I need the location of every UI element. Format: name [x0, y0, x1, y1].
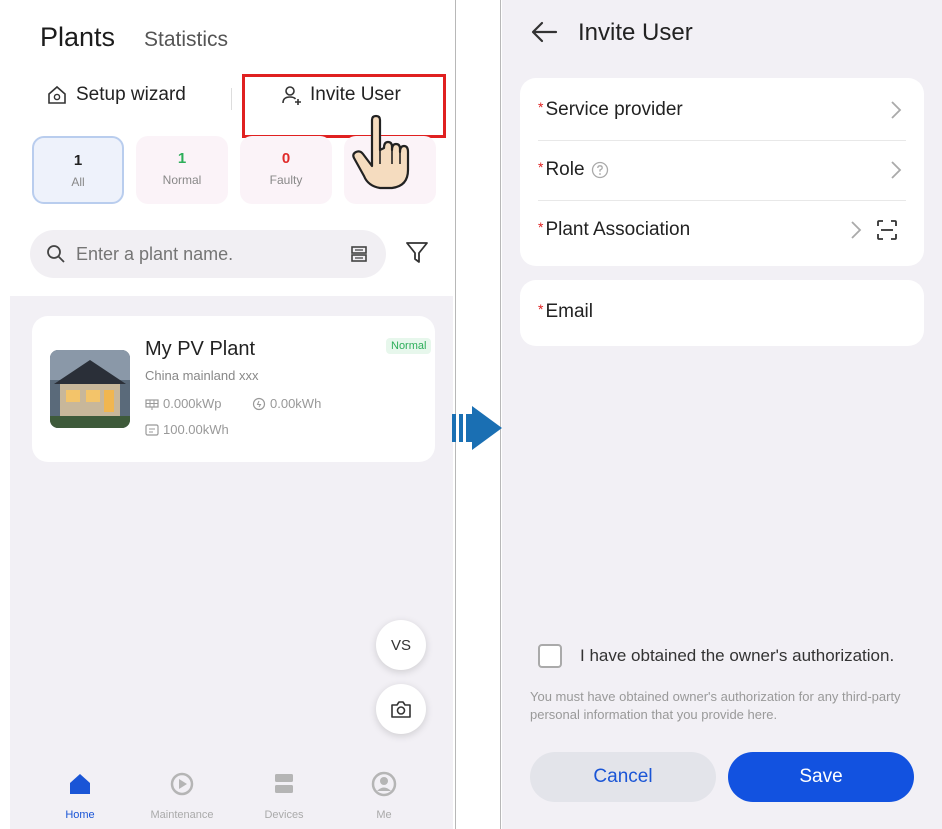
invite-user-screen: Invite User * Service provider * Role * … [502, 0, 942, 829]
nav-maintenance-label: Maintenance [150, 809, 214, 821]
setup-house-icon [48, 85, 66, 104]
authorization-label: I have obtained the owner's authorizatio… [580, 646, 895, 665]
camera-icon [391, 701, 411, 718]
plant-card[interactable]: My PV Plant Normal China mainland xxx 0.… [32, 316, 435, 462]
plant-search-bar[interactable] [30, 230, 386, 278]
setup-wizard-button[interactable]: Setup wizard [46, 84, 186, 106]
plant-status-badge: Normal [386, 338, 432, 354]
save-button[interactable]: Save [728, 752, 914, 802]
home-icon [70, 774, 90, 794]
plant-total-yield-value: 100.00kWh [163, 422, 229, 437]
nav-home[interactable]: Home [30, 770, 130, 821]
filter-normal[interactable]: 1 Normal [136, 136, 228, 204]
invite-form-group: * Service provider * Role * Plant Associ… [520, 78, 924, 266]
plant-capacity: 0.000kWp [145, 396, 222, 411]
filter-faulty-count: 0 [281, 150, 291, 167]
camera-scan-button[interactable] [376, 684, 426, 734]
required-mark: * [538, 301, 544, 317]
authorization-checkbox[interactable] [538, 644, 562, 668]
total-yield-icon [145, 423, 159, 436]
me-icon [371, 771, 397, 797]
chevron-right-icon [891, 101, 902, 119]
plant-house-image [50, 350, 130, 428]
role-row[interactable]: * Role [538, 140, 906, 200]
nav-devices[interactable]: Devices [234, 770, 334, 821]
service-provider-label: Service provider [545, 99, 683, 120]
filter-funnel-icon[interactable] [405, 240, 429, 266]
plant-search-input[interactable] [76, 243, 348, 265]
energy-yield-icon [252, 397, 266, 410]
role-label: Role [545, 159, 585, 180]
email-row[interactable]: * Email [538, 282, 906, 342]
chevron-right-icon [851, 221, 862, 239]
plant-daily-yield: 0.00kWh [252, 396, 321, 411]
cancel-button[interactable]: Cancel [530, 752, 716, 802]
email-form-group[interactable]: * Email [520, 280, 924, 346]
maintenance-icon [170, 772, 194, 796]
nav-me[interactable]: Me [334, 770, 434, 821]
filter-normal-count: 1 [177, 150, 187, 167]
plant-region: China mainland xxx [145, 368, 259, 383]
nav-maintenance[interactable]: Maintenance [132, 770, 232, 821]
scan-plant-icon[interactable] [348, 243, 370, 265]
filter-normal-label: Normal [162, 173, 202, 187]
nav-devices-label: Devices [264, 809, 304, 821]
plant-daily-yield-value: 0.00kWh [270, 396, 322, 411]
search-icon [47, 245, 65, 263]
email-label: Email [545, 301, 593, 322]
chevron-right-icon [891, 161, 902, 179]
help-icon[interactable] [591, 161, 609, 179]
plant-total-yield: 100.00kWh [145, 422, 229, 437]
scan-code-icon[interactable] [876, 219, 898, 241]
pointing-hand-cursor-icon [352, 114, 410, 190]
plant-capacity-value: 0.000kWp [163, 396, 222, 411]
devices-icon [275, 774, 293, 793]
plant-association-row[interactable]: * Plant Association [538, 200, 906, 260]
nav-home-label: Home [65, 809, 95, 821]
flow-right-arrow-icon [452, 406, 502, 450]
setup-wizard-label: Setup wizard [76, 84, 186, 105]
bottom-navigation: Home Maintenance Devices Me [10, 760, 453, 829]
tab-statistics[interactable]: Statistics [144, 28, 228, 52]
tab-plants[interactable]: Plants [40, 22, 115, 53]
plant-association-label: Plant Association [545, 219, 691, 240]
compare-vs-button[interactable]: VS [376, 620, 426, 670]
filter-all[interactable]: 1 All [32, 136, 124, 204]
authorization-note: You must have obtained owner's authoriza… [530, 689, 901, 722]
plants-screen: Plants Statistics Setup wizard Invite Us… [10, 0, 453, 829]
filter-all-label: All [71, 175, 85, 189]
nav-me-label: Me [376, 809, 392, 821]
authorization-row[interactable]: I have obtained the owner's authorizatio… [538, 644, 894, 668]
back-arrow-icon[interactable] [530, 20, 558, 44]
required-mark: * [538, 219, 544, 235]
required-mark: * [538, 159, 544, 175]
filter-faulty-label: Faulty [269, 173, 303, 187]
page-title: Invite User [578, 19, 693, 46]
solar-panel-icon [145, 398, 159, 410]
required-mark: * [538, 99, 544, 115]
service-provider-row[interactable]: * Service provider [538, 80, 906, 140]
plant-name: My PV Plant [145, 338, 256, 360]
filter-faulty[interactable]: 0 Faulty [240, 136, 332, 204]
filter-all-count: 1 [73, 152, 83, 169]
toolbar-divider [231, 88, 232, 110]
